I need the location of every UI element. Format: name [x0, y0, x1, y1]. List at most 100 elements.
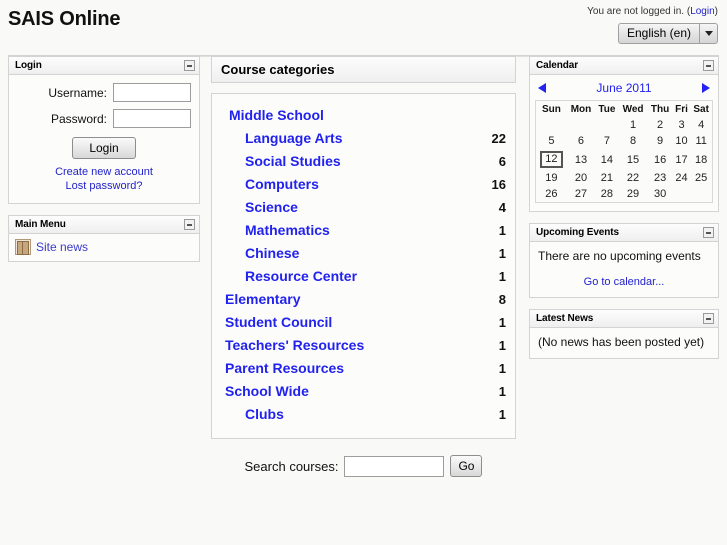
go-to-calendar-link[interactable]: Go to calendar... — [584, 276, 665, 288]
category-count: 1 — [498, 361, 506, 376]
category-link[interactable]: Resource Center — [221, 265, 476, 288]
table-row[interactable]: Computers 16 — [221, 173, 506, 196]
table-row[interactable]: School Wide 1 — [221, 380, 506, 403]
calendar-day-cell[interactable]: 2 — [647, 117, 672, 133]
calendar-day-cell[interactable]: 15 — [619, 149, 648, 170]
calendar-day-cell[interactable]: 8 — [619, 133, 648, 149]
search-input[interactable] — [344, 455, 445, 477]
username-input[interactable] — [113, 83, 191, 102]
lost-password-link[interactable]: Lost password? — [17, 179, 191, 193]
calendar-day-cell[interactable]: 18 — [690, 149, 712, 170]
category-link[interactable]: Language Arts — [221, 127, 476, 150]
calendar-day-cell[interactable]: 17 — [673, 149, 691, 170]
sidebar-item-site-news[interactable]: Site news — [36, 240, 88, 254]
calendar-day-cell[interactable]: 25 — [690, 170, 712, 186]
category-link[interactable]: Elementary — [221, 288, 476, 311]
category-link[interactable]: Mathematics — [221, 219, 476, 242]
table-row[interactable]: Teachers' Resources 1 — [221, 334, 506, 357]
calendar-month-label[interactable]: June 2011 — [596, 81, 651, 95]
arrow-left-icon[interactable] — [538, 83, 546, 93]
calendar-weekday-row: Sun Mon Tue Wed Thu Fri Sat — [536, 101, 713, 118]
calendar-day-cell[interactable]: 27 — [567, 186, 595, 203]
calendar-week-row: 26 27 28 29 30 — [536, 186, 713, 203]
arrow-right-icon[interactable] — [701, 83, 710, 93]
language-selector[interactable]: English (en) — [617, 23, 718, 44]
calendar-day-cell[interactable]: 11 — [690, 133, 712, 149]
table-row[interactable]: Resource Center 1 — [221, 265, 506, 288]
header-login-link[interactable]: Login — [690, 6, 714, 17]
calendar-day-cell[interactable]: 10 — [673, 133, 691, 149]
table-row[interactable]: Parent Resources 1 — [221, 357, 506, 380]
login-status-text: You are not logged in. ( — [587, 6, 691, 17]
table-row[interactable]: Mathematics 1 — [221, 219, 506, 242]
minimize-icon[interactable] — [703, 227, 714, 238]
calendar-day-cell[interactable]: 1 — [619, 117, 648, 133]
calendar-body: 1 2 3 4 5 6 7 8 9 10 11 12 13 14 15 16 17 18 19 20 21 22 23 24 2… — [536, 117, 713, 203]
calendar-day-cell[interactable]: 29 — [619, 186, 648, 203]
minimize-icon[interactable] — [703, 60, 714, 71]
calendar-day-cell[interactable]: 30 — [647, 186, 672, 203]
calendar-day-cell[interactable]: 16 — [647, 149, 672, 170]
calendar-block-body: June 2011 Sun Mon Tue Wed Thu Fri Sat 1 … — [530, 75, 718, 211]
calendar-day-cell[interactable]: 6 — [567, 133, 595, 149]
category-link[interactable]: Science — [221, 196, 476, 219]
calendar-day-cell[interactable]: 4 — [690, 117, 712, 133]
calendar-day-cell[interactable]: 22 — [619, 170, 648, 186]
table-row[interactable]: Clubs 1 — [221, 403, 506, 426]
table-row[interactable]: Language Arts 22 — [221, 127, 506, 150]
latest-news-block-header: Latest News — [530, 310, 718, 328]
calendar-day-cell[interactable]: 3 — [673, 117, 691, 133]
minimize-icon[interactable] — [184, 219, 195, 230]
upcoming-events-block-body: There are no upcoming events Go to calen… — [530, 242, 718, 297]
calendar-weekday: Fri — [675, 104, 688, 115]
category-link[interactable]: Social Studies — [221, 150, 476, 173]
language-dropdown-button[interactable] — [700, 23, 718, 44]
calendar-day-cell[interactable]: 23 — [647, 170, 672, 186]
table-row[interactable]: Chinese 1 — [221, 242, 506, 265]
calendar-day-cell[interactable]: 14 — [595, 149, 618, 170]
category-link[interactable]: Clubs — [221, 403, 476, 426]
table-row[interactable]: Middle School — [221, 104, 506, 127]
search-go-button[interactable]: Go — [450, 455, 483, 477]
category-count: 16 — [491, 177, 506, 192]
category-link[interactable]: Computers — [221, 173, 476, 196]
language-selected-label[interactable]: English (en) — [617, 23, 700, 44]
calendar-day-cell[interactable]: 7 — [595, 133, 618, 149]
main-menu-block-header: Main Menu — [9, 216, 199, 234]
upcoming-events-block-title: Upcoming Events — [536, 227, 619, 238]
category-link[interactable]: School Wide — [221, 380, 476, 403]
table-row[interactable]: Science 4 — [221, 196, 506, 219]
calendar-day-cell[interactable]: 19 — [536, 170, 567, 186]
calendar-day-cell[interactable]: 9 — [647, 133, 672, 149]
minimize-icon[interactable] — [703, 313, 714, 324]
calendar-navigation: June 2011 — [535, 79, 713, 100]
calendar-day-cell[interactable]: 21 — [595, 170, 618, 186]
login-helper-links: Create new account Lost password? — [17, 165, 191, 193]
login-button[interactable]: Login — [72, 137, 136, 159]
calendar-day-cell[interactable]: 26 — [536, 186, 567, 203]
table-row[interactable]: Student Council 1 — [221, 311, 506, 334]
calendar-day-cell[interactable]: 28 — [595, 186, 618, 203]
create-new-account-link[interactable]: Create new account — [17, 165, 191, 179]
category-link[interactable]: Chinese — [221, 242, 476, 265]
category-count: 1 — [498, 223, 506, 238]
latest-news-block: Latest News (No news has been posted yet… — [529, 309, 719, 359]
category-link[interactable]: Student Council — [221, 311, 476, 334]
latest-news-block-title: Latest News — [536, 313, 594, 324]
category-link[interactable]: Teachers' Resources — [221, 334, 476, 357]
category-link[interactable]: Middle School — [225, 104, 476, 127]
table-row[interactable]: Elementary 8 — [221, 288, 506, 311]
table-row[interactable]: Social Studies 6 — [221, 150, 506, 173]
calendar-day-cell[interactable]: 13 — [567, 149, 595, 170]
calendar-weekday: Sun — [541, 104, 561, 115]
list-item[interactable]: Site news — [15, 239, 193, 255]
calendar-day-cell[interactable]: 20 — [567, 170, 595, 186]
category-count: 8 — [498, 292, 506, 307]
minimize-icon[interactable] — [184, 60, 195, 71]
chevron-down-icon — [704, 31, 713, 36]
calendar-day-cell[interactable]: 5 — [536, 133, 567, 149]
password-input[interactable] — [113, 109, 191, 128]
category-link[interactable]: Parent Resources — [221, 357, 476, 380]
calendar-day-cell[interactable]: 24 — [673, 170, 691, 186]
calendar-day-cell[interactable]: 12 — [536, 149, 567, 170]
